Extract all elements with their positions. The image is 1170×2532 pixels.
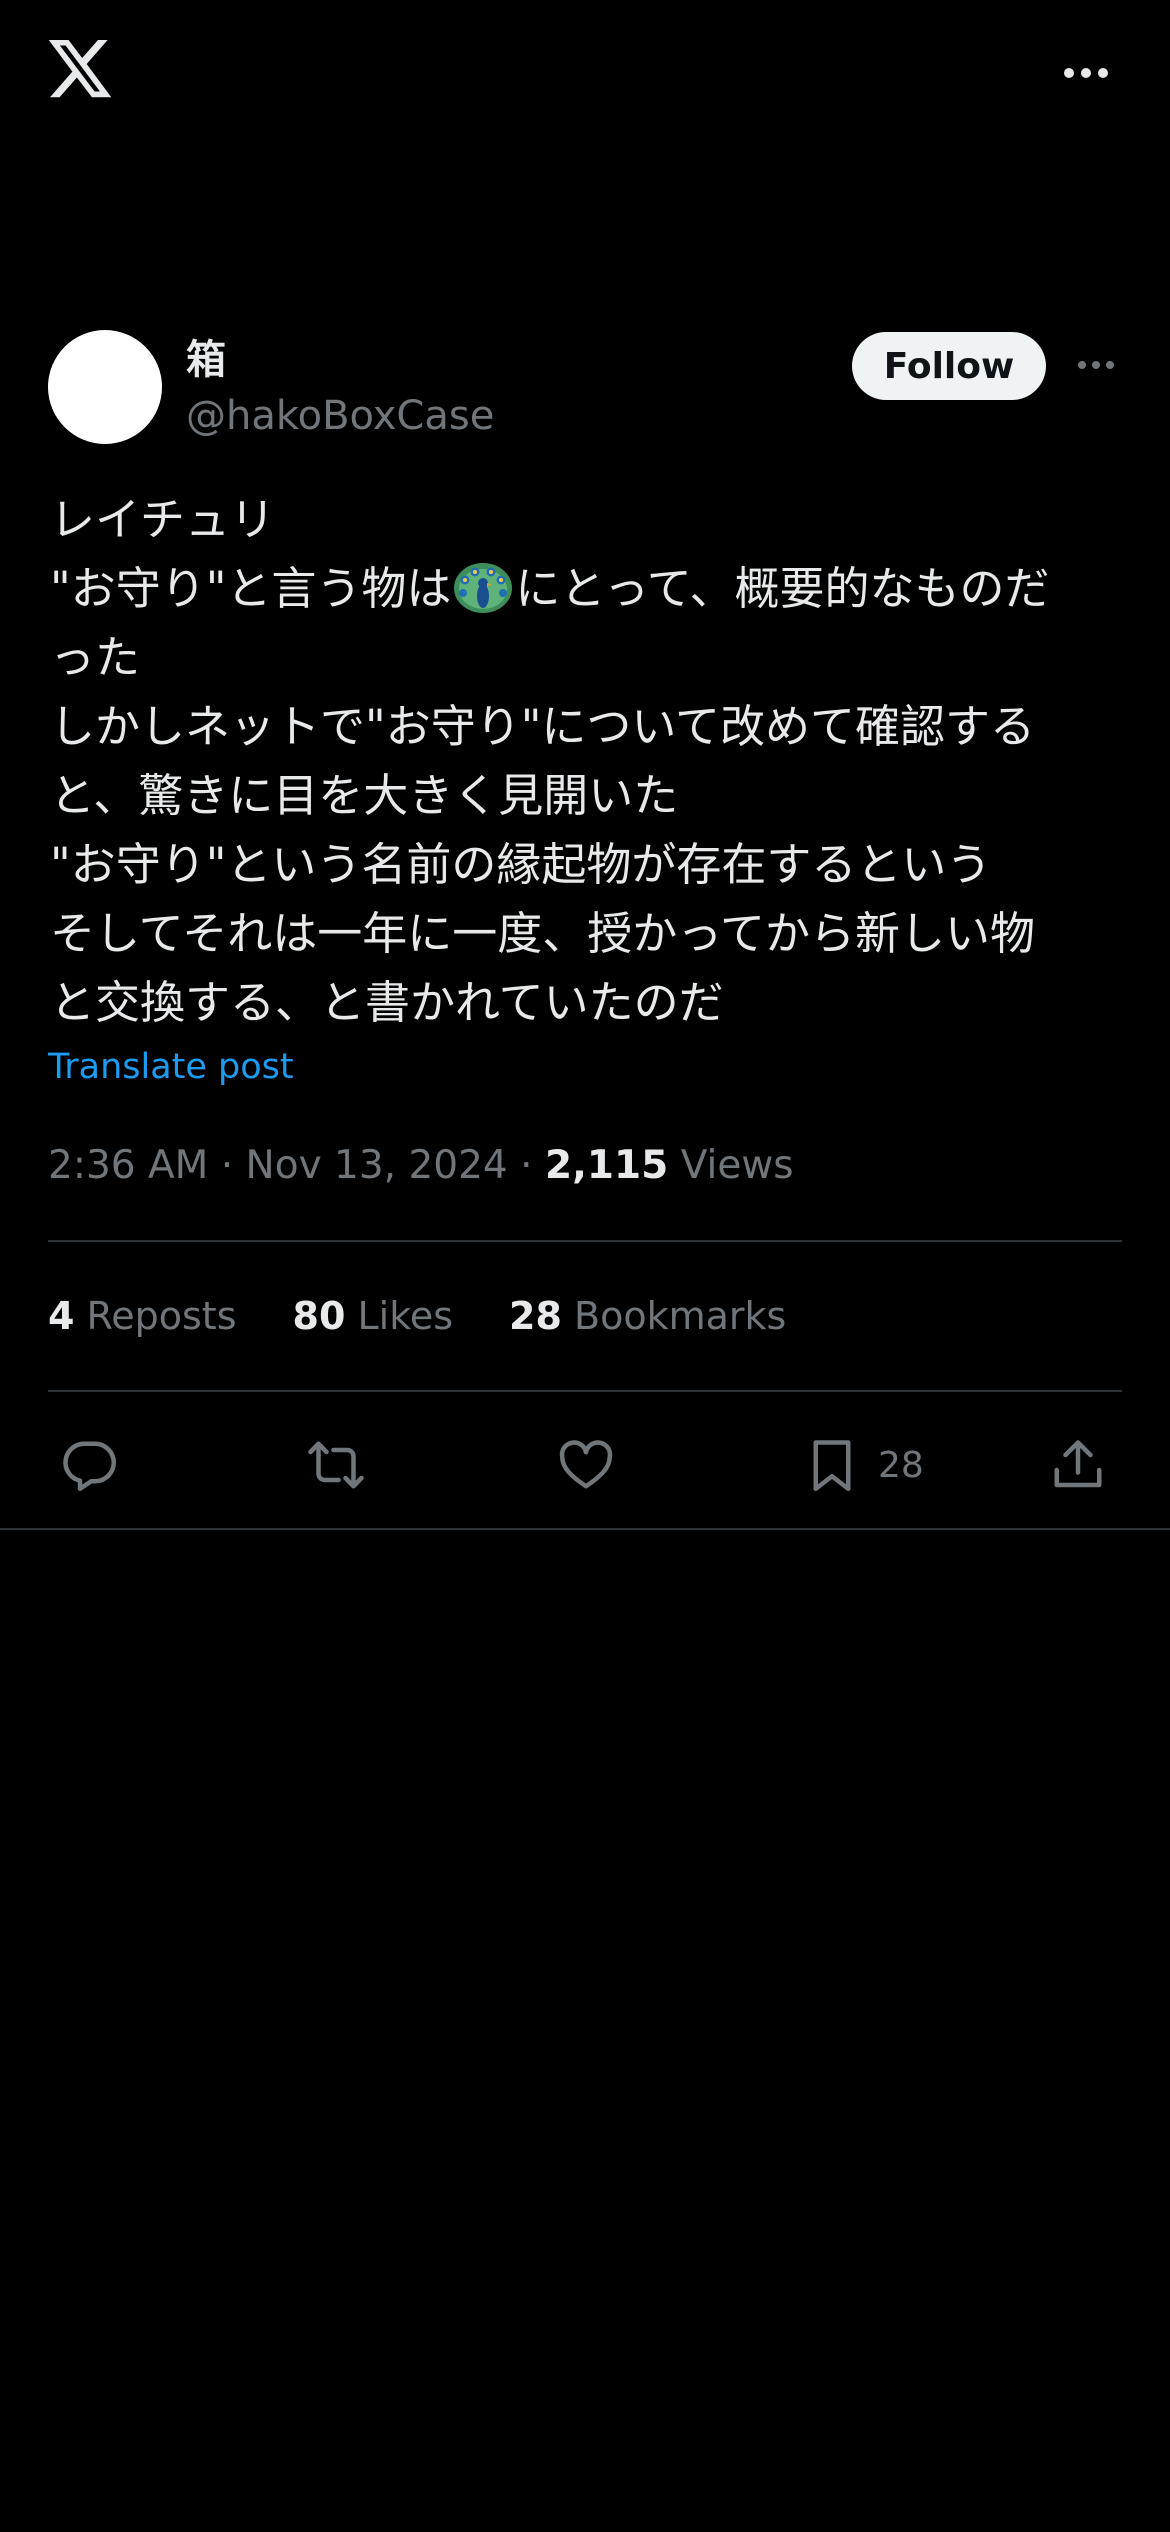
reposts-stat[interactable]: 4 Reposts — [48, 1290, 237, 1342]
user-handle[interactable]: @hakoBoxCase — [186, 390, 494, 442]
meta-separator: · — [520, 1143, 533, 1188]
tweet-line: った — [50, 631, 141, 684]
tweet-text: レイチュリ "お守り"と言う物は にとって、概要的なものだ った しかしネットで… — [50, 485, 1130, 1037]
tweet-line: しかしネットで"お守り"について改めて確認する — [50, 700, 1036, 753]
tweet-meta: 2:36 AM · Nov 13, 2024 · 2,115 Views — [48, 1140, 794, 1192]
likes-label: Likes — [357, 1294, 454, 1338]
meta-separator: · — [220, 1143, 234, 1188]
views-label: Views — [680, 1143, 794, 1188]
display-name[interactable]: 箱 — [186, 334, 226, 386]
repost-icon — [308, 1441, 364, 1489]
tweet-line-with-emoji: "お守り"と言う物は にとって、概要的なものだ — [50, 554, 1130, 623]
repost-button[interactable] — [306, 1420, 366, 1510]
tweet-author: 箱 @hakoBoxCase Follow — [0, 330, 1170, 450]
more-horizontal-icon[interactable] — [1062, 62, 1110, 84]
views-count: 2,115 — [544, 1143, 669, 1188]
tweet-line: レイチュリ — [50, 493, 276, 546]
tweet-line: と、驚きに目を大きく見開いた — [50, 769, 679, 822]
bookmark-count: 28 — [878, 1444, 924, 1486]
bottom-divider — [0, 1528, 1170, 1530]
divider — [48, 1390, 1122, 1392]
tweet-date[interactable]: Nov 13, 2024 — [246, 1143, 508, 1188]
translate-post-link[interactable]: Translate post — [48, 1044, 294, 1090]
likes-stat[interactable]: 80 Likes — [293, 1290, 454, 1342]
bookmarks-label: Bookmarks — [574, 1294, 787, 1338]
tweet-line: "お守り"という名前の縁起物が存在するという — [50, 838, 992, 891]
bookmark-icon — [813, 1440, 851, 1491]
tweet-line-part: "お守り"と言う物は — [50, 562, 452, 615]
share-icon — [1054, 1440, 1102, 1488]
peacock-emoji-icon — [454, 563, 513, 613]
more-options-icon[interactable] — [1076, 356, 1116, 374]
reply-icon — [63, 1441, 116, 1491]
bookmark-button[interactable]: 28 — [802, 1420, 924, 1510]
tweet-line: そしてそれは一年に一度、授かってから新しい物 — [50, 907, 1036, 960]
reply-button[interactable] — [60, 1420, 120, 1510]
tweet-time[interactable]: 2:36 AM — [48, 1143, 208, 1188]
like-button[interactable] — [556, 1420, 616, 1510]
bookmarks-count: 28 — [509, 1294, 562, 1338]
top-bar — [0, 0, 1170, 150]
share-button[interactable] — [1048, 1420, 1108, 1510]
tweet-line: と交換する、と書かれていたのだ — [50, 976, 724, 1029]
bookmarks-stat[interactable]: 28 Bookmarks — [509, 1290, 786, 1342]
reposts-count: 4 — [48, 1294, 75, 1338]
x-logo-icon[interactable] — [48, 40, 114, 100]
follow-button[interactable]: Follow — [852, 332, 1046, 400]
engagement-stats: 4 Reposts 80 Likes 28 Bookmarks — [48, 1290, 842, 1342]
tweet-line-part: にとって、概要的なものだ — [515, 562, 1050, 615]
divider — [48, 1240, 1122, 1242]
likes-count: 80 — [292, 1294, 346, 1338]
reposts-label: Reposts — [86, 1294, 237, 1338]
avatar[interactable] — [48, 330, 162, 444]
heart-icon — [559, 1440, 613, 1489]
action-bar: 28 — [0, 1420, 1170, 1510]
